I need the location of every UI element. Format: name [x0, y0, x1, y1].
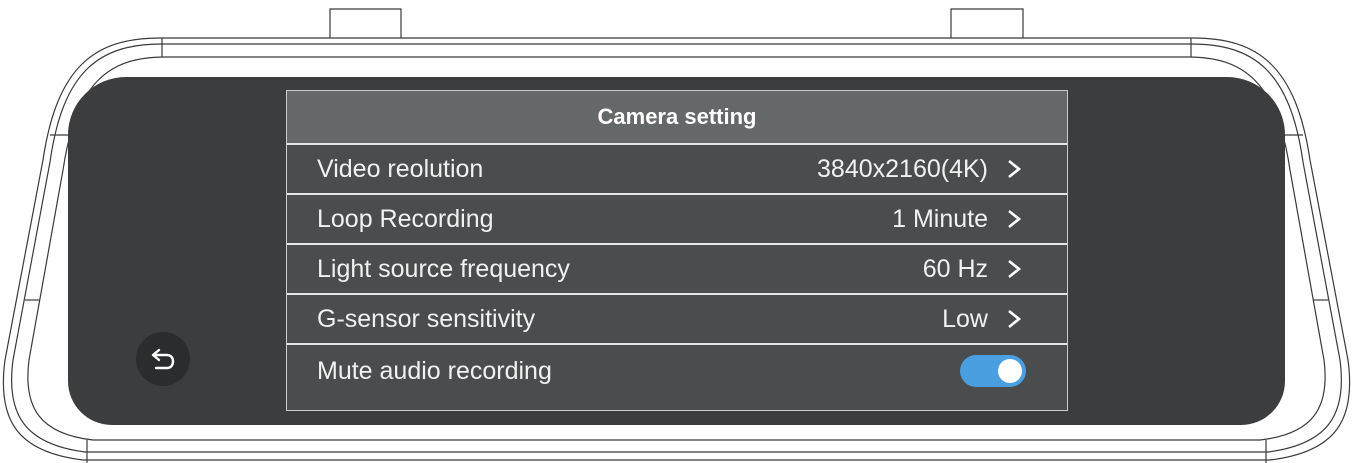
setting-label: Video reolution: [317, 154, 484, 183]
setting-value: 3840x2160(4K): [817, 154, 988, 183]
panel-title: Camera setting: [287, 91, 1067, 145]
setting-value: 60 Hz: [922, 254, 988, 283]
chevron-right-icon: [1008, 259, 1022, 279]
setting-row-g-sensor-sensitivity[interactable]: G-sensor sensitivity Low: [287, 295, 1067, 345]
chevron-right-icon: [1008, 159, 1022, 179]
setting-label: Loop Recording: [317, 204, 494, 233]
setting-row-light-source-frequency[interactable]: Light source frequency 60 Hz: [287, 245, 1067, 295]
chevron-right-icon: [1008, 209, 1022, 229]
panel-title-text: Camera setting: [597, 104, 757, 129]
camera-settings-panel: Camera setting Video reolution 3840x2160…: [286, 90, 1068, 411]
mute-audio-toggle[interactable]: [960, 355, 1026, 387]
chevron-right-icon: [1008, 309, 1022, 329]
toggle-knob: [998, 359, 1022, 383]
setting-row-mute-audio-recording: Mute audio recording: [287, 345, 1067, 397]
setting-label: Mute audio recording: [317, 356, 552, 385]
setting-label: Light source frequency: [317, 254, 570, 283]
setting-value: Low: [942, 304, 988, 333]
setting-value: 1 Minute: [892, 204, 988, 233]
back-arrow-icon: [151, 348, 175, 370]
setting-row-video-resolution[interactable]: Video reolution 3840x2160(4K): [287, 145, 1067, 195]
back-button[interactable]: [136, 332, 190, 386]
setting-row-loop-recording[interactable]: Loop Recording 1 Minute: [287, 195, 1067, 245]
setting-label: G-sensor sensitivity: [317, 304, 536, 333]
